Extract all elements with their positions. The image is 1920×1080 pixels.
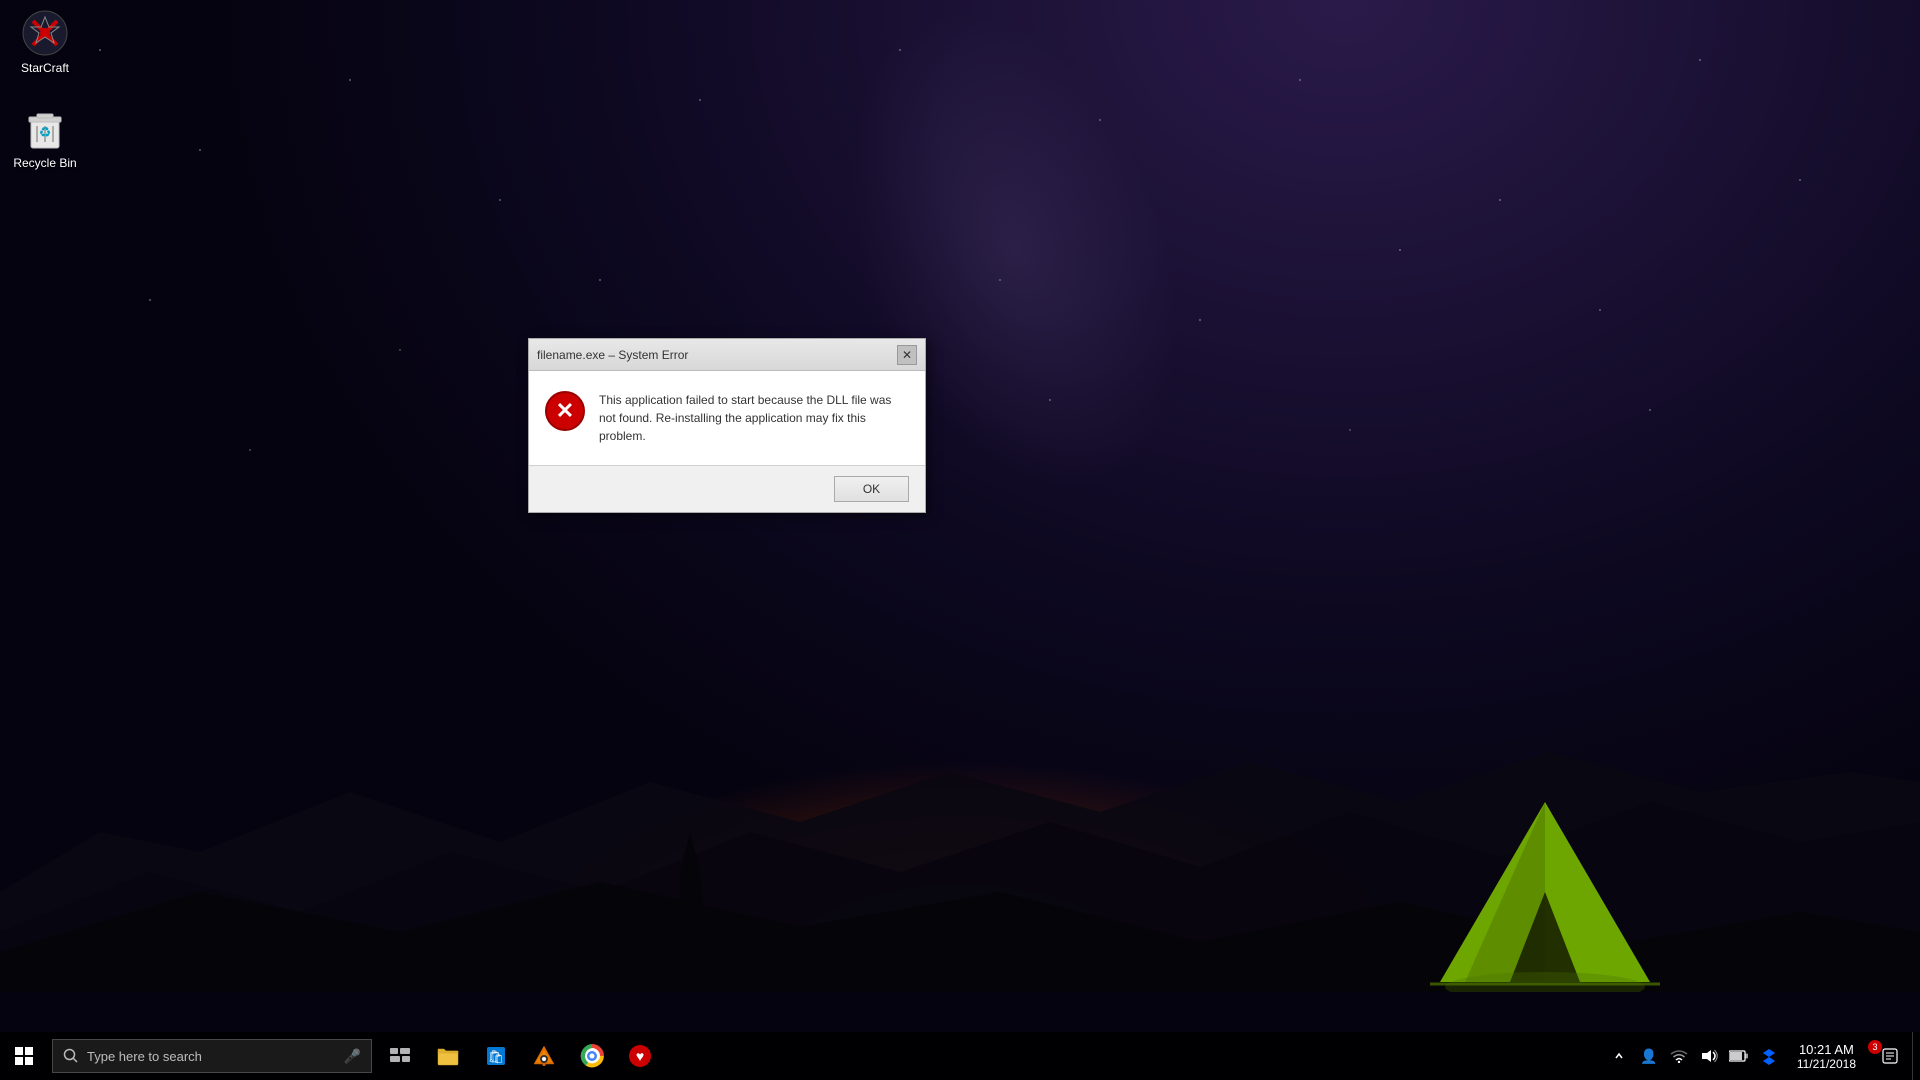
notification-badge: 3 <box>1868 1040 1882 1054</box>
starcraft-label: StarCraft <box>21 61 69 75</box>
chrome-icon <box>580 1044 604 1068</box>
dialog-message: This application failed to start because… <box>599 391 909 445</box>
taskbar-vlc[interactable] <box>520 1032 568 1080</box>
system-clock[interactable]: 10:21 AM 11/21/2018 <box>1785 1032 1868 1080</box>
desktop-icon-recycle-bin[interactable]: ♻ Recycle Bin <box>5 100 85 174</box>
ok-button[interactable]: OK <box>834 476 909 502</box>
tray-battery-icon[interactable] <box>1725 1032 1753 1080</box>
task-view-button[interactable] <box>376 1032 424 1080</box>
tray-dropbox-icon[interactable] <box>1755 1032 1783 1080</box>
taskbar-store[interactable]: 🛍 <box>472 1032 520 1080</box>
svg-text:♥: ♥ <box>636 1048 644 1064</box>
search-bar[interactable]: Type here to search 🎤 <box>52 1039 372 1073</box>
start-button[interactable] <box>0 1032 48 1080</box>
recycle-bin-label: Recycle Bin <box>13 156 76 170</box>
search-icon <box>63 1048 79 1064</box>
taskbar-file-explorer[interactable] <box>424 1032 472 1080</box>
error-x-mark: ✕ <box>556 400 574 422</box>
taskbar-other-app[interactable]: ♥ <box>616 1032 664 1080</box>
tray-chevron-up[interactable] <box>1605 1032 1633 1080</box>
starcraft-icon <box>21 9 69 57</box>
taskbar: Type here to search 🎤 🛍 <box>0 1032 1920 1080</box>
store-icon: 🛍 <box>484 1044 508 1068</box>
svg-text:♻: ♻ <box>39 124 52 140</box>
dialog-content: ✕ This application failed to start becau… <box>529 371 925 465</box>
tent-decoration <box>1420 792 1670 992</box>
tray-wifi-icon[interactable] <box>1665 1032 1693 1080</box>
notification-center-button[interactable]: 3 <box>1870 1032 1910 1080</box>
clock-date: 11/21/2018 <box>1797 1057 1856 1071</box>
svg-text:🛍: 🛍 <box>488 1049 505 1064</box>
taskbar-chrome[interactable] <box>568 1032 616 1080</box>
desktop: StarCraft ♻ Recycle Bin filename.exe – S… <box>0 0 1920 1080</box>
dialog-titlebar[interactable]: filename.exe – System Error ✕ <box>529 339 925 371</box>
clock-time: 10:21 AM <box>1799 1042 1854 1057</box>
dialog-title: filename.exe – System Error <box>537 348 688 362</box>
vlc-icon <box>532 1044 556 1068</box>
windows-start-icon <box>15 1047 33 1065</box>
error-icon: ✕ <box>545 391 585 431</box>
desktop-icon-starcraft[interactable]: StarCraft <box>5 5 85 79</box>
microphone-icon: 🎤 <box>344 1048 361 1065</box>
tray-volume-icon[interactable] <box>1695 1032 1723 1080</box>
recycle-bin-icon: ♻ <box>21 104 69 152</box>
show-desktop-button[interactable] <box>1912 1032 1920 1080</box>
tray-person-icon[interactable]: 👤 <box>1635 1032 1663 1080</box>
file-explorer-icon <box>436 1044 460 1068</box>
error-dialog: filename.exe – System Error ✕ ✕ This app… <box>528 338 926 513</box>
dialog-close-button[interactable]: ✕ <box>897 345 917 365</box>
system-tray: 👤 <box>1605 1032 1920 1080</box>
other-app-icon: ♥ <box>628 1044 652 1068</box>
dialog-footer: OK <box>529 465 925 512</box>
search-placeholder: Type here to search <box>87 1049 202 1064</box>
task-view-icon <box>390 1048 410 1064</box>
